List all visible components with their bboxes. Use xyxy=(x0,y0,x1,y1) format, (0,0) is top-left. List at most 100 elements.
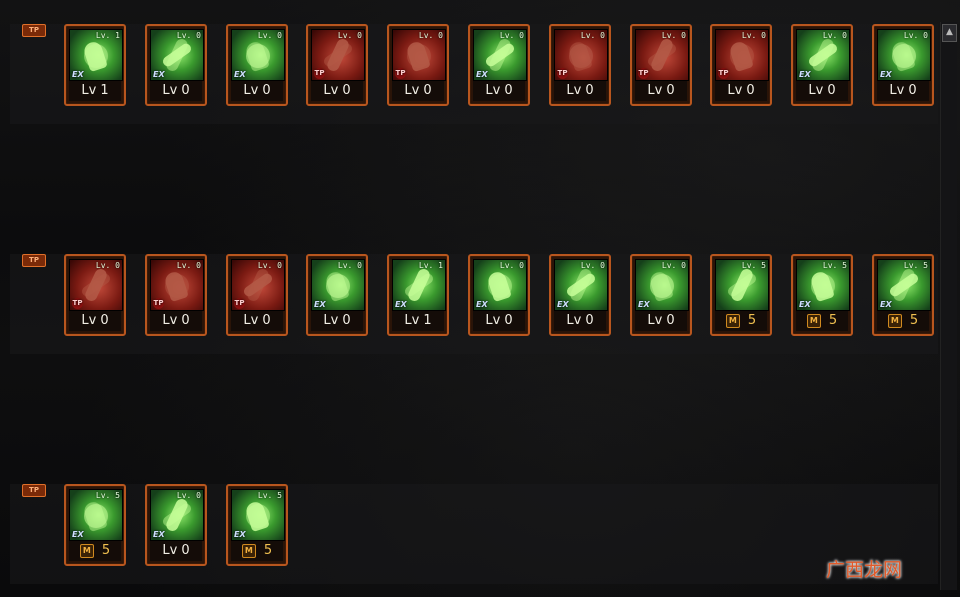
ex-badge: EX xyxy=(880,70,892,79)
skill-slot[interactable]: Lv. 0 EX Lv 0 xyxy=(145,484,207,566)
skill-level-tag: Lv. 1 xyxy=(95,31,120,40)
tp-skill-icon[interactable]: Lv. 0 TP xyxy=(69,259,123,311)
ex-skill-icon[interactable]: Lv. 0 EX xyxy=(150,29,204,81)
mastery-icon: M xyxy=(887,313,902,328)
skill-level-caption: Lv 0 xyxy=(69,311,121,331)
ex-skill-icon[interactable]: Lv. 5 EX xyxy=(796,259,850,311)
skill-slot[interactable]: Lv. 0 TP Lv 0 xyxy=(710,24,772,106)
ex-badge: EX xyxy=(234,70,246,79)
skill-slot[interactable]: Lv. 5 M5 xyxy=(710,254,772,336)
ex-skill-icon[interactable]: Lv. 0 EX xyxy=(554,259,608,311)
skill-level-tag: Lv. 5 xyxy=(741,261,766,270)
skill-slot[interactable]: Lv. 5 EX M 5 xyxy=(226,484,288,566)
skill-level-tag: Lv. 0 xyxy=(337,261,362,270)
mastery-icon: M xyxy=(725,313,740,328)
tp-skill-icon[interactable]: Lv. 0 TP xyxy=(150,259,204,311)
skill-slot[interactable]: Lv. 0 EX Lv 0 xyxy=(468,24,530,106)
ex-badge: EX xyxy=(72,70,84,79)
tp-badge: TP xyxy=(153,298,164,309)
skill-slot[interactable]: Lv. 0 EX Lv 0 xyxy=(630,254,692,336)
ex-skill-icon[interactable]: Lv. 0 EX xyxy=(877,29,931,81)
tp-skill-icon[interactable]: Lv. 0 TP xyxy=(715,29,769,81)
skill-slot[interactable]: Lv. 0 TP Lv 0 xyxy=(549,24,611,106)
tp-badge: TP xyxy=(314,68,325,79)
skill-level-caption: Lv 0 xyxy=(473,81,525,101)
skill-level-tag: Lv. 0 xyxy=(661,31,686,40)
skill-slot[interactable]: Lv. 0 EX Lv 0 xyxy=(791,24,853,106)
ex-skill-icon[interactable]: Lv. 0 EX xyxy=(150,489,204,541)
skill-level-caption: Lv 0 xyxy=(311,81,363,101)
skill-slot[interactable]: Lv. 0 TP Lv 0 xyxy=(64,254,126,336)
ex-skill-icon[interactable]: Lv. 5 EX xyxy=(231,489,285,541)
ex-skill-icon[interactable]: Lv. 1 EX xyxy=(392,259,446,311)
skill-level-caption: M5 xyxy=(796,311,848,331)
skill-level-tag: Lv. 0 xyxy=(176,31,201,40)
ex-badge: EX xyxy=(234,530,246,539)
skill-artwork xyxy=(648,269,674,303)
skill-slot[interactable]: Lv. 5 EX M 5 xyxy=(872,254,934,336)
skill-level-caption: Lv 0 xyxy=(635,311,687,331)
skill-level-tag: Lv. 0 xyxy=(257,261,282,270)
skill-level-caption: Lv 1 xyxy=(392,311,444,331)
skill-slot[interactable]: Lv. 0 TP Lv 0 xyxy=(306,24,368,106)
row-category-label: TP xyxy=(22,254,46,268)
skill-slot[interactable]: Lv. 1 EX Lv 1 xyxy=(64,24,126,106)
ex-badge: EX xyxy=(153,530,165,539)
ex-skill-icon[interactable]: Lv. 5 EX xyxy=(69,489,123,541)
skill-slot[interactable]: Lv. 0 EX Lv 0 xyxy=(549,254,611,336)
skill-slot[interactable]: Lv. 5 EX M 5 xyxy=(64,484,126,566)
skill-slot[interactable]: Lv. 0 EX Lv 0 xyxy=(872,24,934,106)
tp-badge: TP xyxy=(557,68,568,79)
tp-skill-icon[interactable]: Lv. 0 TP xyxy=(231,259,285,311)
ex-badge: EX xyxy=(476,70,488,79)
tp-skill-icon[interactable]: Lv. 0 TP xyxy=(635,29,689,81)
skill-level-caption: Lv 0 xyxy=(877,81,929,101)
skill-artwork xyxy=(730,44,754,68)
scroll-up-button[interactable]: ▲ xyxy=(942,24,957,42)
mastery-value: 5 xyxy=(909,313,919,328)
tp-skill-icon[interactable]: Lv. 0 TP xyxy=(311,29,365,81)
tp-skill-icon[interactable]: Lv. 0 TP xyxy=(392,29,446,81)
tp-badge: TP xyxy=(234,298,245,309)
skill-slot[interactable]: Lv. 0 TP Lv 0 xyxy=(630,24,692,106)
skill-artwork xyxy=(84,44,108,68)
skill-slot[interactable]: Lv. 0 TP Lv 0 xyxy=(226,254,288,336)
skill-slot[interactable]: Lv. 5 EX M 5 xyxy=(791,254,853,336)
ex-badge: EX xyxy=(557,300,569,309)
skill-level-tag: Lv. 0 xyxy=(418,31,443,40)
mastery-skill-icon[interactable]: Lv. 5 xyxy=(715,259,769,311)
ex-skill-icon[interactable]: Lv. 0 EX xyxy=(796,29,850,81)
skill-artwork xyxy=(488,274,512,298)
ex-skill-icon[interactable]: Lv. 0 EX xyxy=(473,29,527,81)
mastery-value: 5 xyxy=(747,313,757,328)
skill-level-caption: Lv 0 xyxy=(796,81,848,101)
skill-slot[interactable]: Lv. 0 EX Lv 0 xyxy=(145,24,207,106)
skill-artwork xyxy=(811,274,835,298)
skill-slot[interactable]: Lv. 0 EX Lv 0 xyxy=(468,254,530,336)
skill-slot[interactable]: Lv. 0 TP Lv 0 xyxy=(145,254,207,336)
skill-slot[interactable]: Lv. 0 TP Lv 0 xyxy=(387,24,449,106)
mastery-value: 5 xyxy=(101,543,111,558)
skill-artwork xyxy=(890,39,916,73)
skill-slot[interactable]: Lv. 1 EX Lv 1 xyxy=(387,254,449,336)
ex-skill-icon[interactable]: Lv. 0 EX xyxy=(635,259,689,311)
skill-level-tag: Lv. 0 xyxy=(499,261,524,270)
row-category-label: TP xyxy=(22,24,46,38)
skill-level-tag: Lv. 0 xyxy=(499,31,524,40)
mastery-value: 5 xyxy=(828,313,838,328)
ex-skill-icon[interactable]: Lv. 0 EX xyxy=(473,259,527,311)
tp-skill-icon[interactable]: Lv. 0 TP xyxy=(554,29,608,81)
ex-skill-icon[interactable]: Lv. 5 EX xyxy=(877,259,931,311)
scrollbar[interactable] xyxy=(940,22,957,590)
mastery-icon: M xyxy=(241,543,256,558)
ex-skill-icon[interactable]: Lv. 0 EX xyxy=(231,29,285,81)
skill-slot[interactable]: Lv. 0 EX Lv 0 xyxy=(306,254,368,336)
skill-level-tag: Lv. 0 xyxy=(822,31,847,40)
skill-level-caption: Lv 0 xyxy=(231,81,283,101)
skill-slot[interactable]: Lv. 0 EX Lv 0 xyxy=(226,24,288,106)
watermark: 广西龙网 xyxy=(826,559,903,581)
skill-artwork xyxy=(165,274,189,298)
ex-skill-icon[interactable]: Lv. 1 EX xyxy=(69,29,123,81)
skill-artwork xyxy=(246,504,270,528)
ex-skill-icon[interactable]: Lv. 0 EX xyxy=(311,259,365,311)
